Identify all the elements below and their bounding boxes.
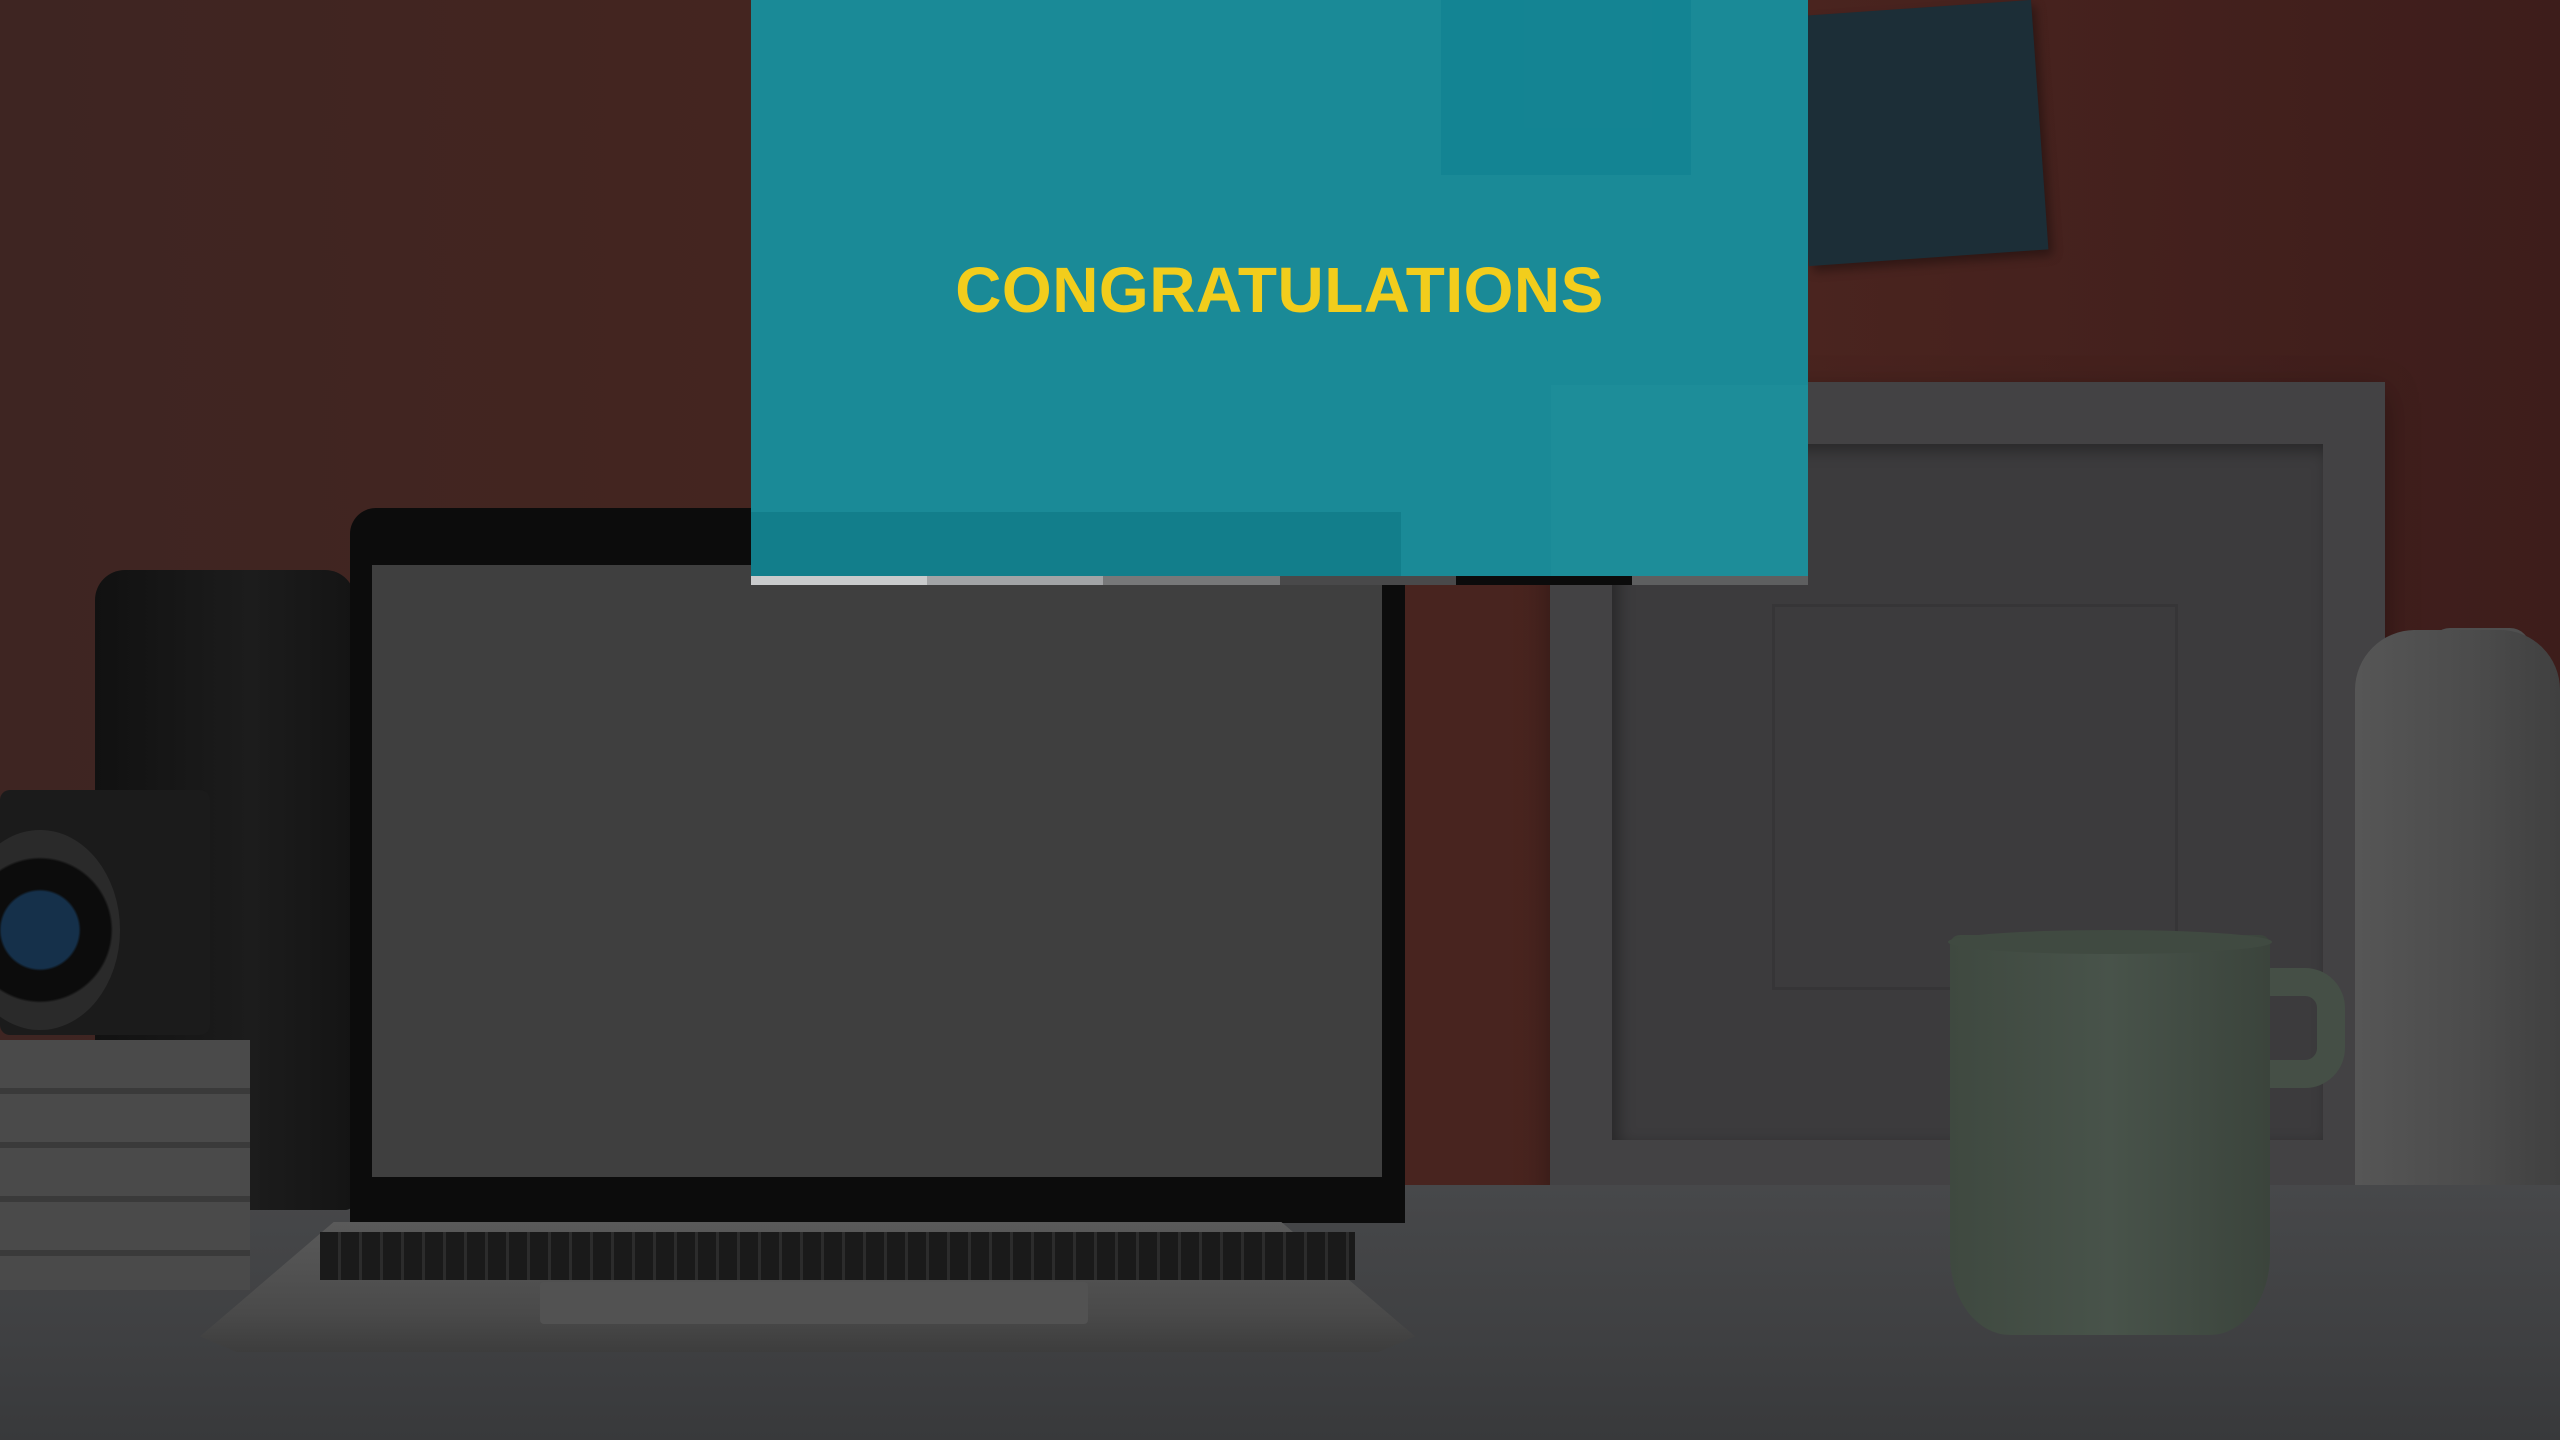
progress-segment	[751, 576, 928, 585]
mug	[1950, 935, 2270, 1335]
banner-title: CONGRATULATIONS	[955, 254, 1604, 326]
book-stack	[0, 1040, 250, 1290]
banner-tint-block	[1441, 0, 1691, 175]
banner-tint-block	[751, 512, 1401, 576]
laptop-screen	[372, 565, 1382, 1177]
progress-segment	[1631, 576, 1809, 585]
banner-tint-block	[1551, 385, 1808, 576]
progress-segment	[927, 576, 1104, 585]
congratulations-banner: CONGRATULATIONS	[751, 0, 1808, 576]
laptop-trackpad	[540, 1282, 1088, 1324]
progress-segment	[1455, 576, 1632, 585]
vase	[2355, 630, 2560, 1240]
progress-segment	[1103, 576, 1280, 585]
progress-bar	[751, 576, 1809, 585]
sticky-note	[1791, 0, 2049, 267]
laptop-keyboard	[320, 1232, 1355, 1280]
mug-rim	[1948, 930, 2272, 954]
progress-segment	[1279, 576, 1456, 585]
slide-stage: CONGRATULATIONS	[0, 0, 2560, 1440]
